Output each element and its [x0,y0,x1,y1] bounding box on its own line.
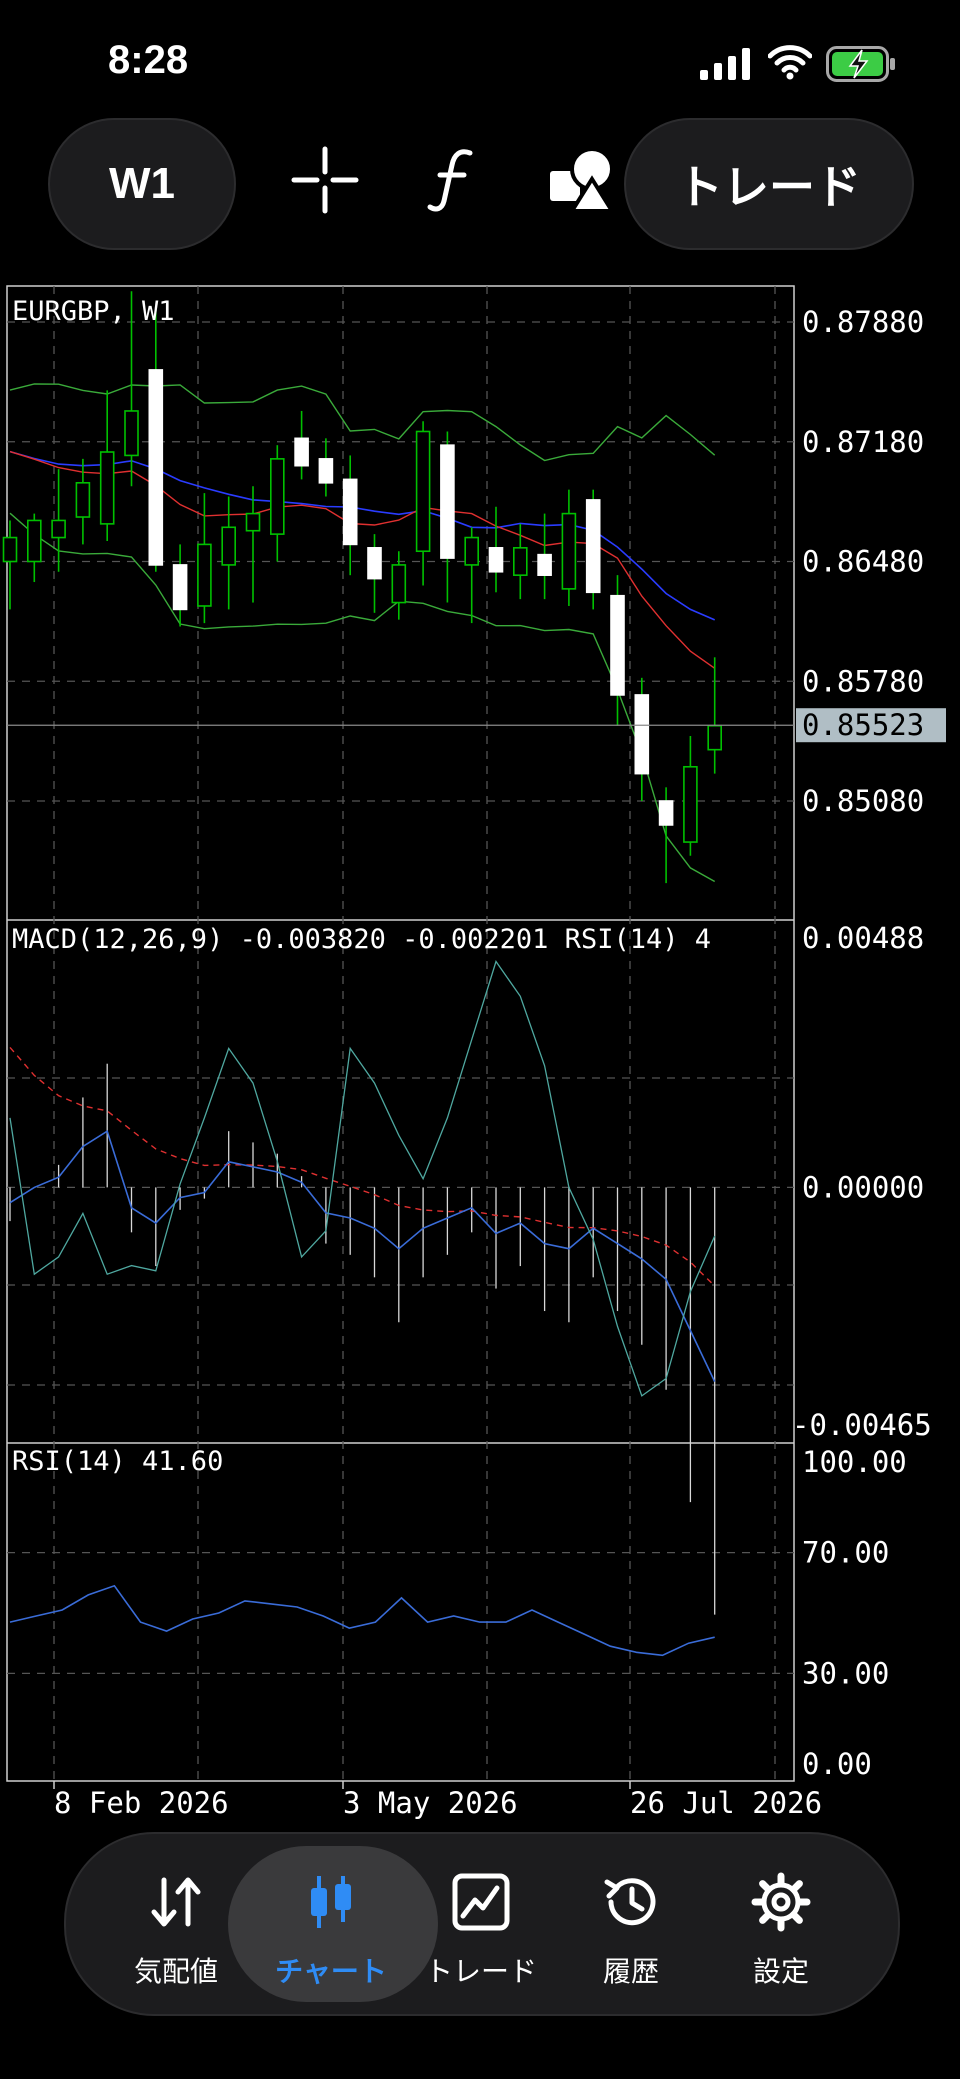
candle-body [294,437,309,467]
candle-body [124,410,139,457]
rsi-tick-label: 30.00 [802,1656,889,1690]
symbol-label: EURGBP, W1 [12,296,175,327]
candle-body [51,519,66,539]
candle-body [610,594,625,696]
tab-chart[interactable]: チャート [256,1834,406,2014]
battery-charging-icon [826,46,895,82]
tab-quotes[interactable]: 気配値 [101,1834,251,2014]
tab-history-label: 履歴 [602,1955,659,1988]
date-label: 8 Feb 2026 [54,1786,229,1820]
candle-body [707,724,723,751]
bollinger-lower-line [9,512,716,883]
candle-body [26,519,42,563]
tab-quotes-label: 気配値 [133,1955,218,1988]
rsi-tick-label: 100.00 [802,1445,907,1479]
tab-settings[interactable]: 設定 [706,1834,856,2014]
macd-main-line [9,1129,716,1382]
current-price-label: 0.85523 [802,708,924,742]
candlestick-chart-icon [311,1876,351,1928]
rsi-line [9,1584,715,1657]
macd-label: MACD(12,26,9) -0.003820 -0.002201 RSI(14… [12,924,711,955]
date-label: 26 Jul 2026 [630,1786,822,1820]
candle-body [415,430,431,553]
candle-body [2,536,18,563]
macd-tick-label: -0.00465 [792,1408,932,1442]
ma-red-line [9,450,716,669]
tab-trade-label: トレード [424,1955,537,1988]
candle-body [658,800,674,826]
macd-tick-label: 0.00488 [802,921,924,955]
chart-area[interactable]: 0.87880 0.87180 0.86480 0.85780 0.85080 0.855… [0,280,960,1840]
chart-frame [6,285,795,1782]
bollinger-upper-line [9,383,716,462]
price-tick-label: 0.85080 [802,784,924,818]
rsi-tick-label: 0.00 [802,1747,872,1781]
tab-history[interactable]: 履歴 [556,1834,706,2014]
date-label: 3 May 2026 [343,1786,518,1820]
candle-body [318,458,334,484]
rsi-tick-label: 70.00 [802,1536,889,1570]
price-tick-label: 0.87180 [802,425,924,459]
candle-body [464,536,480,566]
trade-button[interactable]: トレード [624,118,914,250]
candle-body [197,543,212,607]
candle-body [269,458,285,535]
status-time: 8:28 [108,38,189,82]
price-tick-label: 0.86480 [802,545,924,579]
candle-body [148,369,164,566]
history-clock-icon [604,1878,656,1926]
bottom-tab-bar: 気配値 チャート トレード 履歴 設定 [64,1832,900,2016]
candle-body [391,564,407,604]
trade-chart-icon [452,1873,510,1931]
chart-toolbar: W1 トレード [0,115,960,255]
candle-body [367,547,382,580]
candle-body [561,512,577,590]
macd-rsi-overlay-line [9,960,716,1397]
wifi-icon [768,45,812,80]
price-chart-svg[interactable]: 0.87880 0.87180 0.86480 0.85780 0.85080 0.855… [0,280,960,1840]
crosshair-icon[interactable] [290,145,360,215]
candle-body [342,478,358,546]
quotes-arrows-icon [151,1877,201,1927]
candle-body [221,526,236,566]
candle-body [585,499,601,594]
ma-blue-line [9,450,716,621]
price-tick-label: 0.85780 [802,664,924,698]
candle-body [99,451,115,525]
function-icon[interactable] [420,145,490,215]
cellular-signal-icon [700,48,750,80]
candle-body [440,444,455,559]
tab-chart-label: チャート [275,1955,387,1988]
candle-body [512,547,528,576]
tab-trade[interactable]: トレード [406,1834,556,2014]
status-bar: 8:28 [0,0,960,120]
candle-body [245,512,261,532]
macd-tick-label: 0.00000 [802,1170,924,1204]
candle-body [75,482,91,518]
candle-body [683,765,698,843]
candle-body [172,564,188,611]
settings-gear-icon [751,1872,811,1932]
shapes-icon[interactable] [548,145,628,215]
candle-body [537,553,552,576]
macd-signal-line [9,1046,716,1287]
price-tick-label: 0.87880 [802,305,924,339]
candle-body [634,694,650,775]
rsi-label: RSI(14) 41.60 [12,1446,223,1477]
tab-settings-label: 設定 [752,1955,809,1988]
timeframe-button[interactable]: W1 [48,118,236,250]
candle-body [488,547,504,573]
